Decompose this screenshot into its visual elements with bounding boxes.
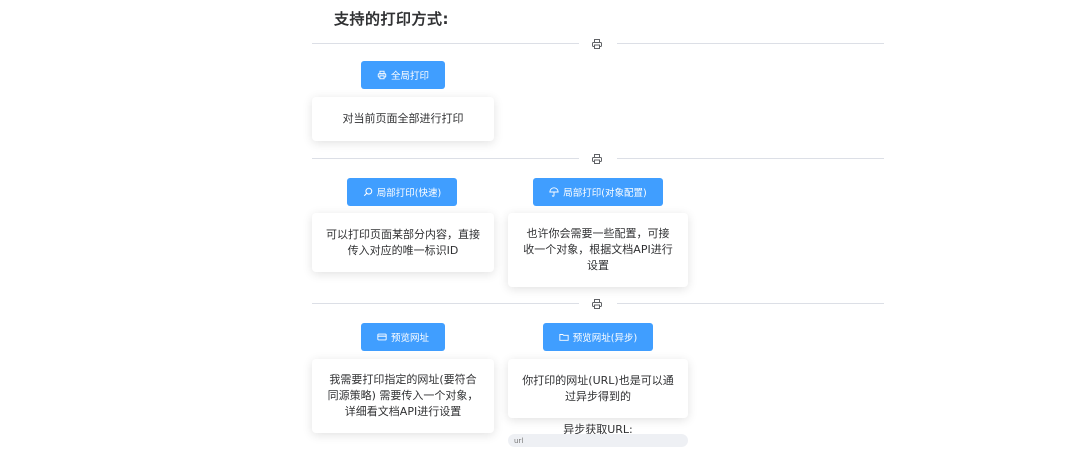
divider-line bbox=[312, 303, 579, 304]
divider-line bbox=[312, 43, 579, 44]
credit-card-icon bbox=[377, 333, 387, 341]
preview-url-async-button[interactable]: 预览网址(异步) bbox=[543, 323, 653, 351]
preview-url-button-label: 预览网址 bbox=[390, 333, 429, 344]
partial-print-config-button-label: 局部打印(对象配置) bbox=[563, 188, 647, 199]
divider bbox=[312, 153, 884, 165]
divider bbox=[312, 298, 884, 310]
full-print-button[interactable]: 全局打印 bbox=[361, 61, 445, 89]
full-print-card: 对当前页面全部进行打印 bbox=[312, 97, 494, 141]
partial-print-fast-card: 可以打印页面某部分内容，直接传入对应的唯一标识ID bbox=[312, 213, 494, 272]
page-title: 支持的打印方式: bbox=[334, 10, 449, 28]
preview-url-button[interactable]: 预览网址 bbox=[361, 323, 445, 351]
partial-print-fast-button[interactable]: 局部打印(快速) bbox=[347, 178, 457, 206]
preview-url-async-card: 你打印的网址(URL)也是可以通过异步得到的 bbox=[508, 359, 688, 418]
preview-url-async-button-label: 预览网址(异步) bbox=[572, 333, 638, 344]
preview-url-async-description: 你打印的网址(URL)也是可以通过异步得到的 bbox=[522, 373, 674, 403]
printer-icon bbox=[592, 39, 602, 49]
divider-line bbox=[617, 303, 884, 304]
printer-icon bbox=[592, 299, 602, 309]
search-icon bbox=[363, 187, 373, 197]
divider-line bbox=[617, 158, 884, 159]
preview-url-card: 我需要打印指定的网址(要符合同源策略) 需要传入一个对象，详细看文档API进行设… bbox=[312, 359, 494, 433]
divider-line bbox=[617, 43, 884, 44]
partial-print-fast-description: 可以打印页面某部分内容，直接传入对应的唯一标识ID bbox=[326, 227, 480, 257]
partial-print-fast-button-label: 局部打印(快速) bbox=[376, 188, 442, 199]
folder-icon bbox=[559, 334, 569, 341]
print-demo-page: 支持的打印方式: 全局打印 对当前页面全部进行打印 局部打印(快速) 可以打印页… bbox=[0, 0, 1080, 456]
printer-icon bbox=[592, 154, 602, 164]
umbrella-icon bbox=[549, 187, 559, 197]
partial-print-config-description: 也许你会需要一些配置，可接收一个对象，根据文档API进行设置 bbox=[523, 227, 673, 272]
partial-print-config-card: 也许你会需要一些配置，可接收一个对象，根据文档API进行设置 bbox=[508, 213, 688, 287]
full-print-description: 对当前页面全部进行打印 bbox=[342, 112, 464, 125]
full-print-button-label: 全局打印 bbox=[390, 71, 429, 82]
divider bbox=[312, 38, 884, 50]
preview-url-description: 我需要打印指定的网址(要符合同源策略) 需要传入一个对象，详细看文档API进行设… bbox=[327, 373, 479, 418]
partial-print-config-button[interactable]: 局部打印(对象配置) bbox=[533, 178, 663, 206]
printer-icon bbox=[377, 70, 387, 80]
divider-line bbox=[312, 158, 579, 159]
async-url-input[interactable] bbox=[508, 434, 688, 447]
